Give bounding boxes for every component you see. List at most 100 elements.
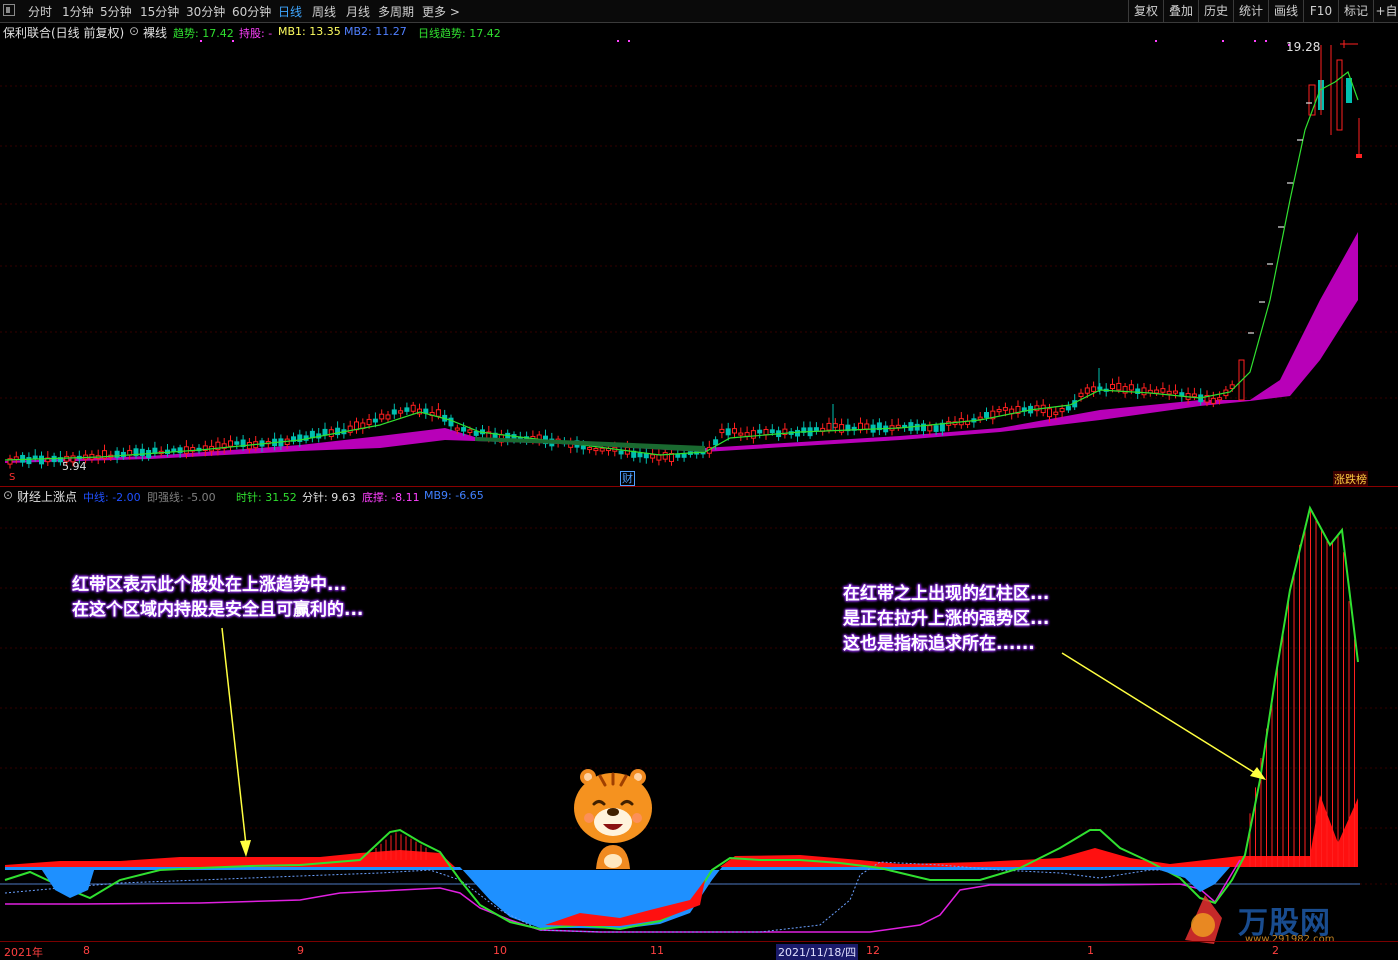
candle-body <box>234 441 240 445</box>
candle-body <box>858 422 863 431</box>
annotation-left-line-2: 在这个区域内持股是安全且可赢利的... <box>72 600 364 620</box>
signal-dot <box>1155 40 1157 42</box>
candle-body <box>593 448 599 452</box>
candle-body <box>813 427 819 431</box>
candle-body <box>769 429 775 434</box>
sub-indicator-toggle-icon[interactable]: ⊙ <box>3 488 13 502</box>
annotation-right-line-1: 在红带之上出现的红柱区... <box>843 584 1050 604</box>
candle-body <box>1217 397 1223 401</box>
candle-body <box>1002 407 1008 411</box>
candle-body <box>26 457 32 465</box>
signal-dot <box>1265 40 1267 42</box>
candle-body <box>599 447 605 452</box>
candle-body <box>1154 389 1160 394</box>
candle-body <box>738 432 744 436</box>
candle-body <box>1091 386 1097 392</box>
candle-body <box>732 428 737 434</box>
date-label-year: 2021年 <box>4 946 43 959</box>
blue-area-left <box>40 867 95 898</box>
date-label-12: 12 <box>866 944 880 957</box>
sub-indicator-title[interactable]: 财经上涨点 <box>17 488 77 505</box>
signal-dot <box>1254 40 1256 42</box>
kline-chart[interactable] <box>0 0 1398 959</box>
signal-dot <box>232 40 234 42</box>
candle-body <box>580 445 586 450</box>
date-axis: 2021年 8 9 10 11 2021/11/18/四 12 1 2 <box>0 941 1398 960</box>
legend-minute: 分针: 9.63 <box>302 491 356 504</box>
low-price-label: 5.94 <box>62 460 87 473</box>
sell-marker: S <box>9 472 16 483</box>
candle-body <box>757 429 763 434</box>
candle-body <box>1210 397 1216 404</box>
candle-body <box>467 429 473 433</box>
candle-body <box>398 410 404 414</box>
candle-body <box>795 429 800 437</box>
date-label-10: 10 <box>493 944 507 957</box>
limit-list-badge[interactable]: 涨跌榜 <box>1333 471 1368 487</box>
candle-body <box>1191 393 1197 398</box>
legend-bottom: 底撑: -8.11 <box>362 491 420 504</box>
candle-body <box>1160 388 1166 393</box>
annotation-right: 在红带之上出现的红柱区... 是正在拉升上涨的强势区... 这也是指标追求所在.… <box>843 582 1049 657</box>
candle-body <box>435 409 441 417</box>
signal-dot <box>628 40 630 42</box>
candle-body <box>366 418 372 426</box>
candle-body <box>996 409 1002 413</box>
candle-body <box>839 424 845 433</box>
candle-body <box>650 454 656 459</box>
left-arrow <box>221 627 247 846</box>
candle-body <box>1078 392 1084 398</box>
candle-body <box>1166 390 1172 395</box>
candle-body <box>977 416 983 420</box>
red-band-area <box>5 795 1358 867</box>
candle-body <box>681 453 687 458</box>
candle-body <box>587 447 593 451</box>
finance-marker[interactable]: 财 <box>620 471 635 486</box>
signal-dot <box>617 40 619 42</box>
annotation-right-line-2: 是正在拉升上涨的强势区... <box>843 609 1050 629</box>
red-columns <box>375 508 1355 867</box>
candle-body <box>183 446 189 454</box>
candle-body <box>713 439 719 446</box>
candle-body <box>675 453 681 458</box>
candle-body <box>385 414 391 420</box>
candle-body <box>32 455 38 459</box>
candle-body <box>309 430 315 439</box>
magenta-trend-band <box>5 232 1358 463</box>
candle-body <box>1336 59 1343 131</box>
candle-body <box>1128 384 1134 391</box>
candle-body <box>461 427 467 432</box>
legend-hour: 时针: 31.52 <box>236 491 297 504</box>
candle-body <box>1356 154 1362 158</box>
candle-body <box>1084 387 1090 394</box>
candle-body <box>864 423 870 430</box>
candle-body <box>927 425 933 432</box>
candle-body <box>322 428 328 436</box>
candle-body <box>1173 390 1178 394</box>
annotation-right-line-3: 这也是指标追求所在...... <box>843 634 1035 654</box>
candle-body <box>637 452 643 458</box>
right-arrow <box>1061 652 1256 774</box>
candle-body <box>719 428 725 434</box>
signal-dot <box>200 40 202 42</box>
candle-body <box>404 407 410 412</box>
candle-body <box>826 422 832 431</box>
candle-body <box>763 428 769 436</box>
tiger-mascot-icon <box>574 769 652 869</box>
candle-body <box>933 425 939 432</box>
candle-body <box>914 423 920 431</box>
candle-body <box>473 430 479 436</box>
candle-body <box>391 409 397 415</box>
date-label-9: 9 <box>297 944 304 957</box>
candle-body <box>618 450 624 455</box>
date-label-8: 8 <box>83 944 90 957</box>
candle-body <box>410 404 416 412</box>
high-price-label: 19.28 <box>1286 40 1321 54</box>
candle-body <box>1047 408 1052 418</box>
candle-body <box>39 455 44 465</box>
candle-body <box>1116 382 1122 391</box>
candle-body <box>1110 383 1115 390</box>
pane-divider <box>0 486 1398 487</box>
candle-body <box>454 427 460 431</box>
candle-body <box>832 423 838 428</box>
